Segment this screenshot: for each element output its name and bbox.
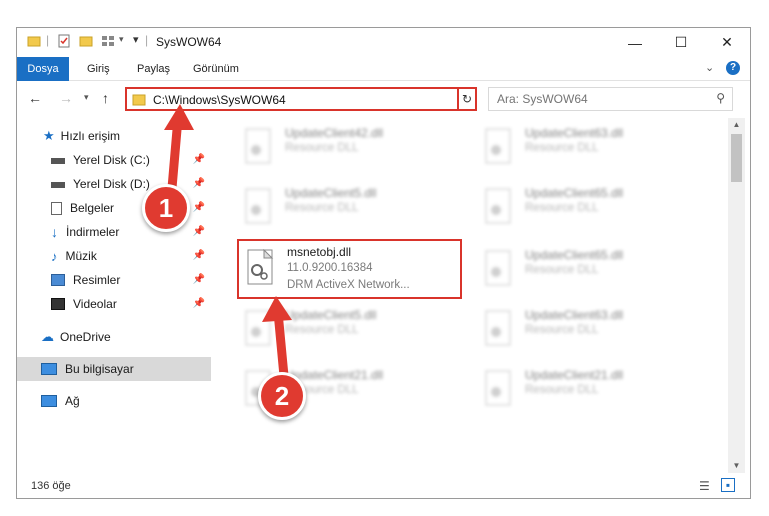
callout-badge-2: 2 (258, 372, 306, 420)
callout-badge-1: 1 (142, 184, 190, 232)
annotation-arrows (164, 104, 292, 381)
